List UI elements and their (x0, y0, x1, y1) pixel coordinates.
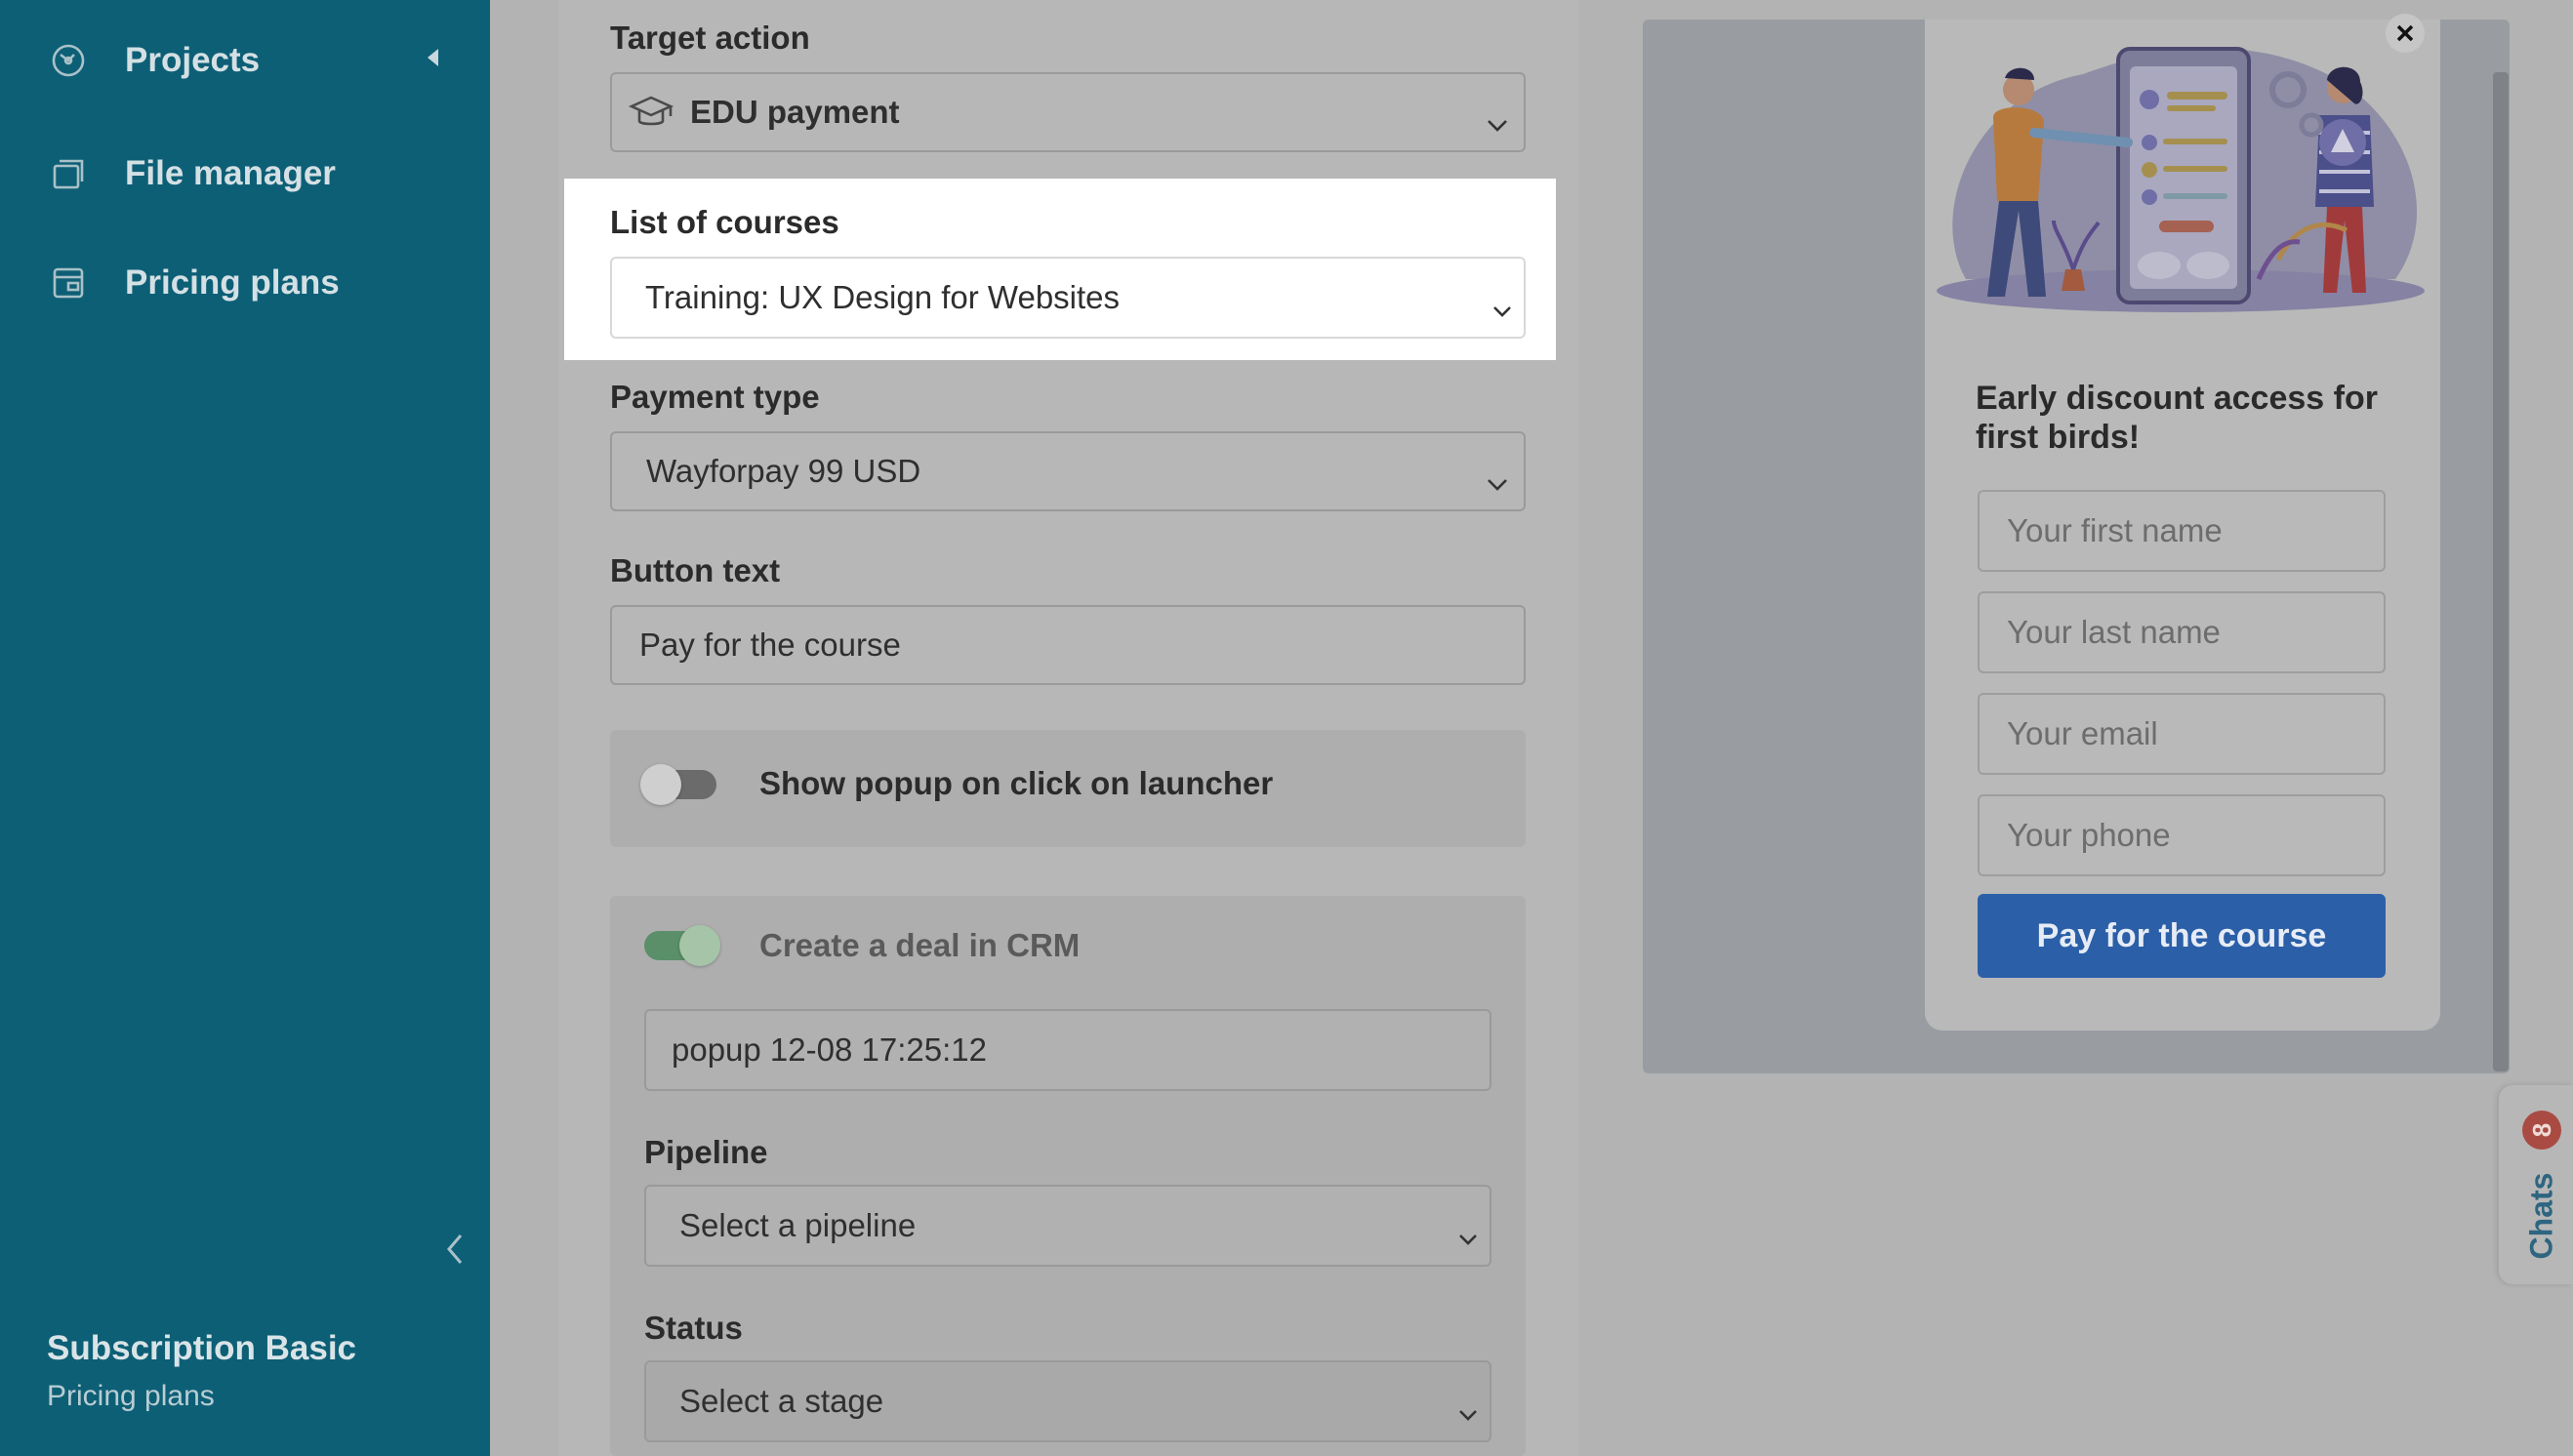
file-manager-icon (49, 154, 88, 193)
projects-icon (49, 41, 88, 80)
first-name-placeholder: Your first name (2007, 512, 2223, 548)
target-action-label: Target action (610, 20, 810, 56)
sidebar-item-pricing-plans[interactable]: Pricing plans (49, 263, 340, 303)
show-popup-toggle[interactable] (640, 764, 716, 805)
sidebar-item-label: Projects (125, 41, 261, 79)
sidebar-item-projects[interactable]: Projects (49, 41, 260, 80)
chevron-down-icon (1458, 1394, 1478, 1421)
deal-name-value: popup 12-08 17:25:12 (672, 1031, 987, 1068)
sidebar-item-label: Pricing plans (125, 263, 340, 302)
phone-field[interactable]: Your phone (1978, 794, 2386, 876)
graduation-cap-icon (626, 87, 676, 138)
list-of-courses-section: List of courses Training: UX Design for … (564, 179, 1556, 360)
last-name-placeholder: Your last name (2007, 614, 2221, 650)
target-action-value: EDU payment (690, 94, 900, 130)
preview-scrollbar[interactable] (2493, 72, 2509, 1072)
pipeline-placeholder: Select a pipeline (679, 1207, 917, 1243)
button-text-label: Button text (610, 552, 781, 588)
pay-for-course-button[interactable]: Pay for the course (1978, 894, 2386, 978)
pipeline-label: Pipeline (644, 1134, 768, 1170)
email-placeholder: Your email (2007, 715, 2158, 751)
plan-subtitle[interactable]: Pricing plans (47, 1380, 215, 1413)
email-field[interactable]: Your email (1978, 693, 2386, 775)
last-name-field[interactable]: Your last name (1978, 591, 2386, 673)
pipeline-select[interactable]: Select a pipeline (644, 1185, 1491, 1267)
collapse-sidebar-chevron-left-icon[interactable] (441, 1232, 469, 1267)
status-select[interactable]: Select a stage (644, 1360, 1491, 1442)
chevron-down-icon (1487, 463, 1508, 491)
payment-type-value: Wayforpay 99 USD (646, 453, 921, 489)
popup-illustration (1937, 47, 2425, 312)
popup-title: Early discount access for first birds! (1976, 380, 2378, 456)
collapse-projects-caret-icon[interactable] (428, 49, 438, 66)
sidebar: Projects File manager Pricing plans Subs… (0, 0, 490, 1456)
plan-title[interactable]: Subscription Basic (47, 1329, 356, 1368)
first-name-field[interactable]: Your first name (1978, 490, 2386, 572)
list-of-courses-select[interactable]: Training: UX Design for Websites (610, 257, 1526, 339)
chevron-down-icon (1487, 103, 1508, 132)
target-action-select[interactable]: EDU payment (610, 72, 1526, 152)
chevron-down-icon (1458, 1218, 1478, 1245)
sidebar-item-file-manager[interactable]: File manager (49, 154, 336, 193)
sidebar-item-label: File manager (125, 154, 336, 192)
create-deal-toggle[interactable] (644, 925, 720, 966)
chats-count-badge: 8 (2522, 1111, 2561, 1150)
status-placeholder: Select a stage (679, 1383, 884, 1419)
payment-type-select[interactable]: Wayforpay 99 USD (610, 431, 1526, 511)
button-text-value: Pay for the course (639, 627, 901, 663)
panel-gap (490, 0, 558, 1456)
list-of-courses-value: Training: UX Design for Websites (645, 279, 1121, 315)
pricing-plans-icon (49, 263, 88, 303)
button-text-input[interactable]: Pay for the course (610, 605, 1526, 685)
create-deal-label: Create a deal in CRM (759, 927, 1081, 963)
chats-label[interactable]: Chats (2524, 1173, 2560, 1260)
phone-placeholder: Your phone (2007, 817, 2171, 853)
status-label: Status (644, 1310, 743, 1346)
list-of-courses-label: List of courses (610, 204, 839, 240)
deal-name-input[interactable]: popup 12-08 17:25:12 (644, 1009, 1491, 1091)
chevron-down-icon (1492, 290, 1512, 317)
payment-type-label: Payment type (610, 379, 820, 415)
show-popup-label: Show popup on click on launcher (759, 765, 1274, 801)
